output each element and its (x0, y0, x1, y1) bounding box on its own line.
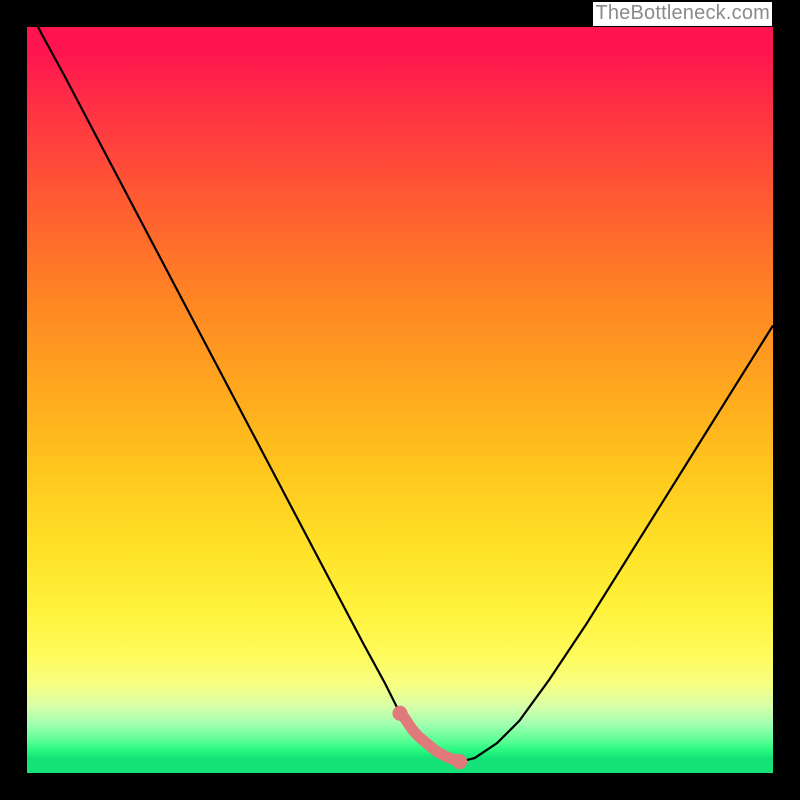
optimal-band-right-dot (452, 754, 467, 769)
watermark-text: TheBottleneck.com (593, 2, 772, 26)
plot-area (27, 27, 773, 773)
chart-frame: TheBottleneck.com (0, 0, 800, 800)
optimal-band-marker (400, 711, 460, 759)
curve-path (27, 27, 773, 762)
optimal-band-left-dot (393, 706, 408, 721)
bottleneck-curve (27, 27, 773, 773)
